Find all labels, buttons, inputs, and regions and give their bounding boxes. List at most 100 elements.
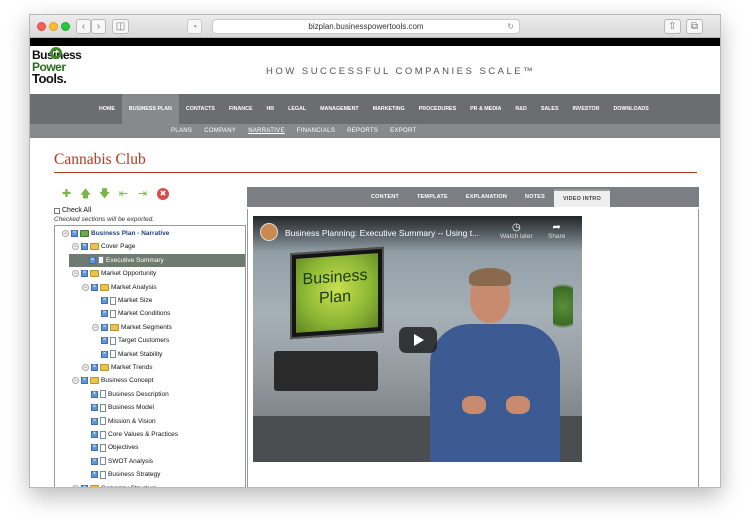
- nav-item-investor[interactable]: INVESTOR: [565, 94, 606, 124]
- video-title[interactable]: Business Planning: Executive Summary -- …: [285, 228, 479, 238]
- collapse-toggle-icon[interactable]: −: [72, 484, 79, 487]
- collapse-toggle-icon[interactable]: −: [72, 377, 79, 385]
- tree-item[interactable]: × Market Size: [55, 294, 245, 307]
- collapse-toggle-icon[interactable]: −: [72, 270, 79, 278]
- subnav-item-narrative[interactable]: NARRATIVE: [242, 128, 291, 134]
- outdent-icon[interactable]: ⇤: [115, 187, 132, 201]
- add-section-icon[interactable]: ✚: [58, 187, 75, 201]
- check-all-control[interactable]: Check All: [54, 207, 91, 214]
- tab-template[interactable]: TEMPLATE: [408, 187, 457, 207]
- tree-item[interactable]: × Executive Summary: [69, 253, 245, 267]
- tree-item[interactable]: −× Company Structure: [55, 482, 245, 487]
- minimize-window-button[interactable]: [49, 22, 58, 31]
- channel-avatar[interactable]: [260, 223, 278, 241]
- nav-item-contacts[interactable]: CONTACTS: [179, 94, 222, 124]
- nav-item-finance[interactable]: FINANCE: [222, 94, 260, 124]
- tree-item-label: Market Size: [118, 297, 153, 304]
- address-bar[interactable]: ◔ bizplan.businesspowertools.com ↻: [187, 19, 520, 34]
- tree-item[interactable]: × SWOT Analysis: [55, 455, 245, 468]
- section-checkbox[interactable]: ×: [101, 337, 108, 345]
- section-checkbox[interactable]: ×: [91, 364, 98, 371]
- nav-item-pr-media[interactable]: PR & MEDIA: [463, 94, 508, 124]
- move-down-icon[interactable]: 🡇: [96, 187, 113, 201]
- delete-icon[interactable]: ✖: [157, 188, 169, 200]
- tree-item[interactable]: × Market Conditions: [55, 307, 245, 320]
- subnav-item-export[interactable]: EXPORT: [384, 128, 422, 134]
- watch-later-button[interactable]: ◷ Watch later: [500, 222, 533, 240]
- back-icon[interactable]: ‹: [76, 19, 91, 34]
- section-checkbox[interactable]: ×: [91, 283, 98, 291]
- tree-item[interactable]: × Mission & Vision: [55, 415, 245, 428]
- tab-explanation[interactable]: EXPLANATION: [457, 187, 516, 207]
- section-checkbox[interactable]: ×: [91, 471, 98, 479]
- section-checkbox[interactable]: ×: [71, 230, 78, 237]
- nav-item-hr[interactable]: HR: [259, 94, 281, 124]
- tree-item[interactable]: × Business Model: [55, 401, 245, 414]
- play-button[interactable]: [399, 327, 437, 353]
- section-checkbox[interactable]: ×: [89, 256, 96, 264]
- section-checkbox[interactable]: ×: [101, 323, 108, 331]
- tab-content[interactable]: CONTENT: [362, 187, 408, 207]
- tree-item[interactable]: × Market Stability: [55, 348, 245, 361]
- tree-item[interactable]: − × Market Opportunity: [55, 267, 245, 280]
- close-window-button[interactable]: [37, 22, 46, 31]
- section-checkbox[interactable]: ×: [81, 270, 88, 278]
- video-player[interactable]: Business Plan Business Planning: Executi…: [253, 216, 582, 462]
- tree-item[interactable]: × Core Values & Practices: [55, 428, 245, 441]
- collapse-toggle-icon[interactable]: −: [92, 323, 99, 331]
- tree-item[interactable]: − × Market Analysis: [55, 281, 245, 294]
- nav-item-home[interactable]: HOME: [92, 94, 122, 124]
- zoom-window-button[interactable]: [61, 22, 70, 31]
- section-checkbox[interactable]: ×: [91, 390, 98, 398]
- collapse-toggle-icon[interactable]: −: [62, 230, 69, 237]
- nav-item-marketing[interactable]: MARKETING: [366, 94, 412, 124]
- nav-item-procedures[interactable]: PROCEDURES: [412, 94, 463, 124]
- section-checkbox[interactable]: ×: [91, 417, 98, 425]
- tree-item[interactable]: − × Cover Page: [55, 240, 245, 253]
- section-checkbox[interactable]: ×: [101, 350, 108, 358]
- tree-item[interactable]: − × Market Trends: [55, 361, 245, 374]
- section-checkbox[interactable]: ×: [91, 431, 98, 438]
- collapse-toggle-icon[interactable]: −: [82, 283, 89, 291]
- collapse-toggle-icon[interactable]: −: [72, 243, 79, 251]
- collapse-toggle-icon[interactable]: −: [82, 364, 89, 371]
- tree-item[interactable]: − × Business Concept: [55, 374, 245, 387]
- sidebar-icon[interactable]: ◫: [112, 19, 129, 34]
- business-power-tools-logo[interactable]: Business Power Tools.: [32, 47, 88, 91]
- move-up-icon[interactable]: 🡅: [77, 187, 94, 201]
- nav-item-management[interactable]: MANAGEMENT: [313, 94, 366, 124]
- section-checkbox[interactable]: ×: [91, 404, 98, 412]
- check-all-checkbox[interactable]: [54, 207, 60, 214]
- tree-item[interactable]: × Business Strategy: [55, 468, 245, 481]
- indent-icon[interactable]: ⇥: [134, 187, 151, 201]
- tab-notes[interactable]: NOTES: [516, 187, 554, 207]
- subnav-item-company[interactable]: COMPANY: [198, 128, 242, 134]
- tree-item[interactable]: − × Business Plan - Narrative: [55, 227, 245, 240]
- section-checkbox[interactable]: ×: [91, 444, 98, 452]
- section-checkbox[interactable]: ×: [101, 297, 108, 304]
- tab-video-intro[interactable]: VIDEO INTRO: [554, 189, 610, 207]
- tree-item[interactable]: × Target Customers: [55, 334, 245, 347]
- tree-item[interactable]: − × Market Segments: [55, 321, 245, 334]
- tabs-overview-icon[interactable]: ⧉: [686, 19, 703, 34]
- tree-item[interactable]: × Objectives: [55, 441, 245, 454]
- tree-item[interactable]: × Business Description: [55, 388, 245, 401]
- share-icon[interactable]: ⇧: [664, 19, 681, 34]
- subnav-item-reports[interactable]: REPORTS: [341, 128, 384, 134]
- nav-item-legal[interactable]: LEGAL: [281, 94, 313, 124]
- forward-icon[interactable]: ›: [91, 19, 106, 34]
- subnav-item-plans[interactable]: PLANS: [165, 128, 198, 134]
- section-checkbox[interactable]: ×: [81, 377, 88, 385]
- share-video-button[interactable]: ➦ Share: [548, 222, 565, 240]
- section-checkbox[interactable]: ×: [101, 310, 108, 318]
- nav-item-sales[interactable]: SALES: [534, 94, 566, 124]
- section-checkbox[interactable]: ×: [91, 457, 98, 465]
- nav-item-downloads[interactable]: DOWNLOADS: [606, 94, 655, 124]
- section-checkbox[interactable]: ×: [81, 243, 88, 251]
- section-checkbox[interactable]: ×: [81, 484, 88, 487]
- subnav-item-financials[interactable]: FINANCIALS: [291, 128, 341, 134]
- nav-item-business-plan[interactable]: BUSINESS PLAN: [121, 94, 179, 124]
- reload-icon[interactable]: ↻: [507, 20, 514, 33]
- privacy-shield-icon[interactable]: ◔: [187, 19, 202, 34]
- nav-item-r-d[interactable]: R&D: [508, 94, 533, 124]
